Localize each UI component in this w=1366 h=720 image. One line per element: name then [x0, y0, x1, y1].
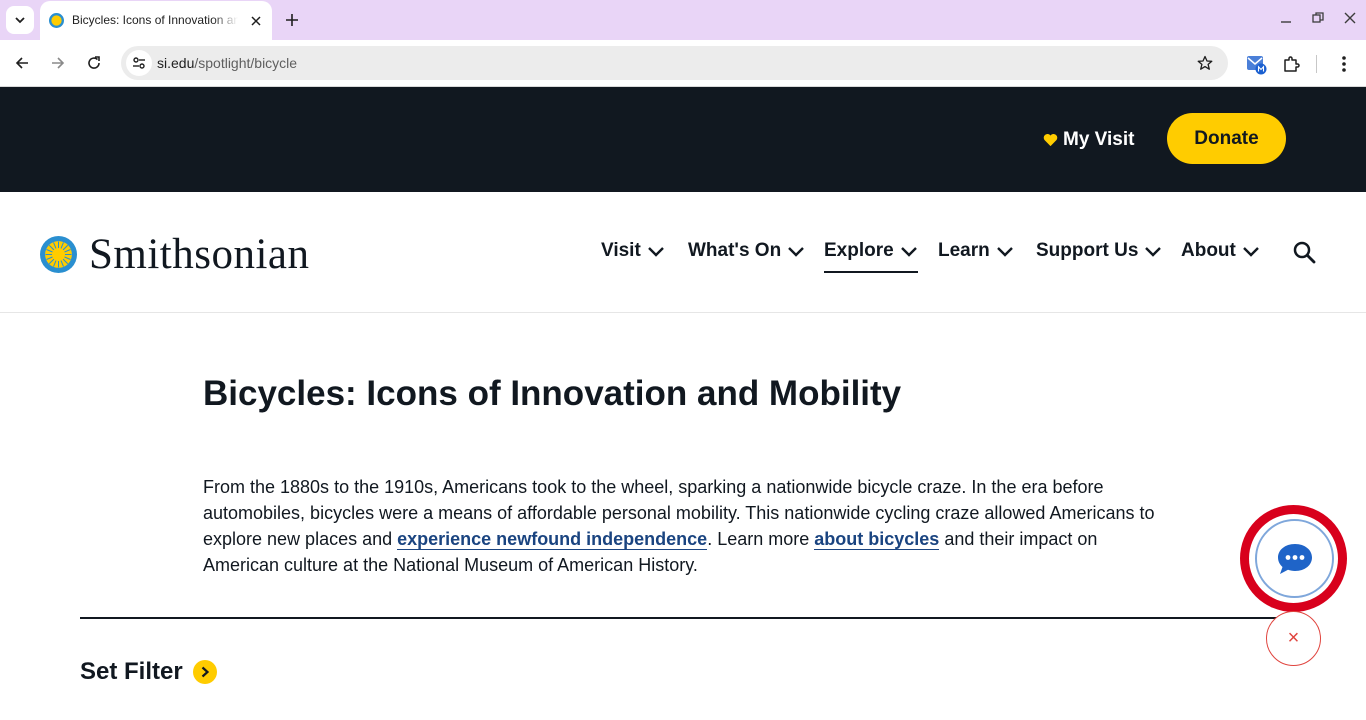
- browser-tab-bar: Bicycles: Icons of Innovation and Mobili…: [0, 0, 1366, 40]
- smithsonian-logo[interactable]: Smithsonian: [40, 233, 310, 276]
- arrow-right-icon: [52, 57, 65, 69]
- new-tab-button[interactable]: [280, 8, 304, 32]
- nav-item-about[interactable]: About: [1181, 240, 1260, 262]
- url-path: /spotlight/bicycle: [194, 55, 298, 71]
- chevron-down-icon: [1243, 247, 1259, 257]
- page-title: Bicycles: Icons of Innovation and Mobili…: [203, 374, 902, 413]
- close-icon: [1344, 12, 1356, 24]
- donate-button[interactable]: Donate: [1167, 113, 1286, 164]
- star-icon: [1197, 55, 1213, 70]
- nav-item-support-us[interactable]: Support Us: [1036, 240, 1162, 262]
- bookmark-button[interactable]: [1194, 52, 1216, 74]
- browser-toolbar: si.edu/spotlight/bicycle: [0, 40, 1366, 87]
- chat-button[interactable]: [1255, 519, 1334, 598]
- tune-icon: [133, 57, 145, 69]
- nav-item-label: Explore: [824, 240, 894, 261]
- reload-button[interactable]: [80, 49, 108, 77]
- nav-item-label: Visit: [601, 240, 641, 261]
- chevron-down-icon: [900, 247, 917, 257]
- my-visit-link[interactable]: My Visit: [1043, 129, 1134, 151]
- chevron-down-icon: [788, 247, 805, 257]
- address-bar[interactable]: si.edu/spotlight/bicycle: [121, 46, 1228, 80]
- about-bicycles-link[interactable]: about bicycles: [814, 529, 940, 550]
- smithsonian-sun-favicon-icon: [49, 13, 64, 28]
- minimize-window-button[interactable]: [1274, 6, 1298, 30]
- close-window-button[interactable]: [1338, 6, 1362, 30]
- reload-icon: [88, 56, 100, 69]
- main-navigation: Smithsonian Visit What's On Explore Lear…: [0, 192, 1366, 313]
- chat-bubble-icon: [1277, 543, 1312, 574]
- nav-item-label: Support Us: [1036, 240, 1139, 261]
- logo-wordmark: Smithsonian: [89, 231, 310, 278]
- arrow-left-icon: [15, 57, 28, 69]
- nav-item-visit[interactable]: Visit: [601, 240, 665, 262]
- extensions-menu-button[interactable]: [1278, 51, 1304, 77]
- tab-title: Bicycles: Icons of Innovation and Mobili…: [72, 13, 238, 27]
- forward-button[interactable]: [44, 49, 72, 77]
- nav-item-label: What's On: [688, 240, 782, 261]
- extension-mail-icon: [1247, 56, 1267, 75]
- nav-item-whats-on[interactable]: What's On: [688, 240, 805, 262]
- set-filter-label: Set Filter: [80, 658, 183, 685]
- tab-close-icon[interactable]: [246, 11, 266, 31]
- kebab-menu-icon: [1342, 56, 1346, 72]
- my-visit-label: My Visit: [1063, 129, 1135, 150]
- restore-icon: [1312, 12, 1324, 23]
- extension-button[interactable]: [1243, 51, 1269, 77]
- close-icon: ×: [1287, 627, 1300, 649]
- smithsonian-sun-icon: [40, 236, 77, 273]
- utility-bar: My Visit Donate: [0, 87, 1366, 192]
- set-filter-toggle[interactable]: Set Filter: [80, 658, 217, 686]
- back-button[interactable]: [8, 49, 36, 77]
- url-text: si.edu/spotlight/bicycle: [157, 55, 297, 71]
- nav-item-explore[interactable]: Explore: [824, 240, 918, 273]
- site-info-button[interactable]: [126, 50, 152, 76]
- chevron-down-icon: [996, 247, 1013, 257]
- nav-item-label: Learn: [938, 240, 990, 261]
- search-icon[interactable]: [1292, 240, 1316, 264]
- restore-window-button[interactable]: [1306, 6, 1330, 30]
- url-host: si.edu: [157, 55, 195, 71]
- chevron-down-icon: [647, 247, 664, 257]
- tab-search-button[interactable]: [6, 6, 34, 34]
- browser-menu-button[interactable]: [1331, 51, 1357, 77]
- nav-item-label: About: [1181, 240, 1236, 261]
- chat-close-button[interactable]: ×: [1266, 611, 1321, 666]
- toolbar-separator: [1316, 55, 1317, 73]
- plus-icon: [286, 14, 298, 26]
- minimize-icon: [1281, 21, 1291, 23]
- heart-icon: [1043, 134, 1058, 147]
- intro-text-2: . Learn more: [707, 529, 815, 549]
- intro-paragraph: From the 1880s to the 1910s, Americans t…: [203, 474, 1163, 578]
- chevron-down-icon: [1145, 247, 1162, 257]
- section-divider: [80, 617, 1286, 619]
- chevron-down-icon: [15, 17, 25, 24]
- nav-item-learn[interactable]: Learn: [938, 240, 1014, 262]
- chevron-right-circle-icon: [192, 660, 217, 684]
- browser-tab-active[interactable]: Bicycles: Icons of Innovation and Mobili…: [40, 1, 272, 40]
- puzzle-icon: [1284, 56, 1300, 72]
- experience-newfound-independence-link[interactable]: experience newfound independence: [397, 529, 708, 550]
